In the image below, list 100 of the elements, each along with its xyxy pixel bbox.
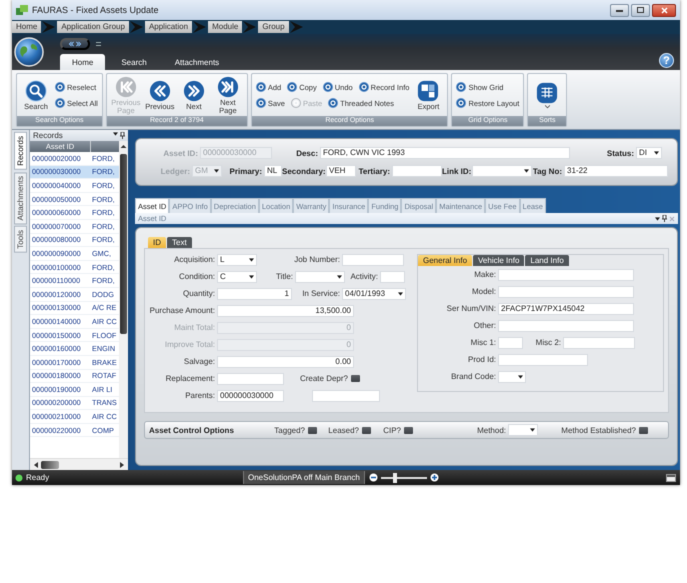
chevron-icon bbox=[242, 20, 258, 34]
caret-icon bbox=[544, 104, 550, 108]
tab[interactable]: Home bbox=[60, 54, 106, 70]
zoom-in-icon[interactable] bbox=[430, 473, 439, 482]
field-label: Parents: bbox=[184, 391, 216, 400]
text-field[interactable]: NL bbox=[264, 165, 282, 177]
text-field[interactable] bbox=[217, 372, 284, 384]
field-label: Link ID: bbox=[442, 166, 472, 176]
text-field[interactable]: 31-22 bbox=[564, 165, 668, 177]
side-tab[interactable]: Records bbox=[14, 132, 27, 170]
dropdown[interactable]: C bbox=[217, 270, 257, 282]
window-icon[interactable] bbox=[666, 474, 676, 482]
slider-thumb[interactable] bbox=[392, 472, 397, 482]
round-icon bbox=[358, 82, 369, 92]
menu-icon[interactable] bbox=[96, 42, 101, 46]
breadcrumb-item[interactable]: Module bbox=[208, 21, 242, 33]
zoom-out-icon[interactable] bbox=[368, 473, 378, 482]
caret-icon bbox=[654, 151, 659, 155]
dropdown[interactable]: DI bbox=[636, 147, 662, 159]
connection-label: OneSolutionPA off Main Branch bbox=[243, 471, 365, 484]
text-field[interactable] bbox=[380, 270, 405, 282]
close-icon bbox=[660, 6, 668, 14]
tab[interactable]: Land Info bbox=[525, 255, 569, 266]
double-chevron-left-icon bbox=[148, 80, 171, 102]
scrollbar-thumb[interactable] bbox=[120, 154, 127, 334]
text-field[interactable]: FORD, CWN VIC 1993 bbox=[320, 147, 570, 159]
back-forward-button[interactable] bbox=[60, 38, 90, 50]
field-label: Tertiary: bbox=[358, 166, 391, 176]
round-icon bbox=[328, 98, 338, 108]
text-field[interactable] bbox=[498, 286, 634, 298]
text-field[interactable]: VEH bbox=[326, 165, 356, 177]
text-field[interactable] bbox=[342, 254, 404, 266]
field-label: Model: bbox=[470, 287, 497, 296]
field-label: Ledger: bbox=[160, 166, 191, 176]
checkbox[interactable] bbox=[639, 426, 648, 434]
field-label: Activity: bbox=[349, 272, 379, 281]
scroll-up-icon[interactable] bbox=[119, 141, 128, 152]
round-icon bbox=[456, 98, 466, 108]
double-chevron-right-icon bbox=[182, 80, 205, 102]
scrollbar-thumb[interactable] bbox=[41, 460, 59, 468]
breadcrumb-item[interactable]: Home bbox=[12, 21, 42, 33]
text-field[interactable] bbox=[498, 320, 634, 332]
field-label: Acquisition: bbox=[173, 255, 216, 264]
maximize-icon bbox=[637, 7, 644, 13]
tab[interactable]: Text bbox=[167, 237, 192, 248]
status-text: Ready bbox=[26, 473, 50, 482]
dropdown[interactable] bbox=[498, 370, 526, 382]
dropdown[interactable]: 04/01/1993 bbox=[342, 288, 406, 300]
close-button[interactable] bbox=[652, 4, 676, 16]
checkbox[interactable] bbox=[362, 426, 371, 434]
checkbox[interactable] bbox=[351, 375, 360, 382]
breadcrumb-item[interactable]: Application bbox=[144, 21, 192, 33]
text-field[interactable] bbox=[392, 165, 442, 177]
field-label: Desc: bbox=[295, 148, 319, 158]
field-label: Other: bbox=[472, 321, 497, 330]
checkbox[interactable] bbox=[308, 426, 317, 434]
text-field[interactable]: 1 bbox=[217, 288, 292, 300]
minimize-icon bbox=[616, 8, 623, 12]
minimize-button[interactable] bbox=[610, 4, 629, 16]
text-field[interactable]: 000000030000 bbox=[217, 390, 284, 402]
text-field[interactable] bbox=[498, 354, 588, 366]
dropdown[interactable]: L bbox=[217, 254, 257, 266]
dropdown[interactable] bbox=[508, 424, 538, 436]
field-label: Prod Id: bbox=[466, 355, 497, 364]
tab[interactable]: Vehicle Info bbox=[473, 255, 524, 266]
text-field[interactable]: 13,500.00 bbox=[217, 304, 354, 316]
round-icon bbox=[456, 82, 466, 92]
skip-back-icon bbox=[114, 76, 137, 98]
scroll-left-icon[interactable] bbox=[34, 462, 38, 468]
side-tab[interactable]: Attachments bbox=[14, 172, 27, 224]
text-field[interactable] bbox=[312, 390, 380, 402]
pin-icon[interactable] bbox=[120, 132, 125, 139]
caret-icon bbox=[398, 292, 403, 296]
tab[interactable]: Search bbox=[109, 54, 159, 70]
globe-icon bbox=[14, 37, 44, 67]
maximize-button[interactable] bbox=[631, 4, 650, 16]
field-label: Quantity: bbox=[182, 289, 216, 298]
field-label: Misc 1: bbox=[470, 338, 497, 347]
panel-title: Records bbox=[33, 131, 63, 140]
caret-icon bbox=[113, 132, 118, 136]
breadcrumb-item[interactable]: Application Group bbox=[57, 21, 129, 33]
round-icon bbox=[322, 82, 333, 92]
round-icon bbox=[290, 98, 301, 108]
text-field[interactable]: 0.00 bbox=[217, 356, 354, 368]
breadcrumb-item[interactable]: Group bbox=[258, 21, 289, 33]
field-label: Make: bbox=[473, 270, 497, 279]
caret-icon bbox=[214, 169, 219, 173]
text-field[interactable] bbox=[498, 336, 523, 348]
scroll-right-icon[interactable] bbox=[120, 462, 124, 468]
field-label: CIP? bbox=[382, 426, 402, 434]
text-field[interactable] bbox=[563, 336, 635, 348]
side-tab[interactable]: Tools bbox=[14, 226, 27, 253]
text-field[interactable] bbox=[498, 268, 634, 280]
tab[interactable]: ID bbox=[148, 237, 166, 248]
checkbox[interactable] bbox=[404, 426, 413, 434]
tab[interactable]: General Info bbox=[418, 255, 472, 266]
text-field[interactable]: 2FACP71W7PX145042 bbox=[498, 302, 634, 314]
tab[interactable]: Attachments bbox=[162, 54, 232, 70]
pin-icon[interactable] bbox=[662, 215, 667, 222]
field-label: Ser Num/VIN: bbox=[446, 304, 497, 313]
